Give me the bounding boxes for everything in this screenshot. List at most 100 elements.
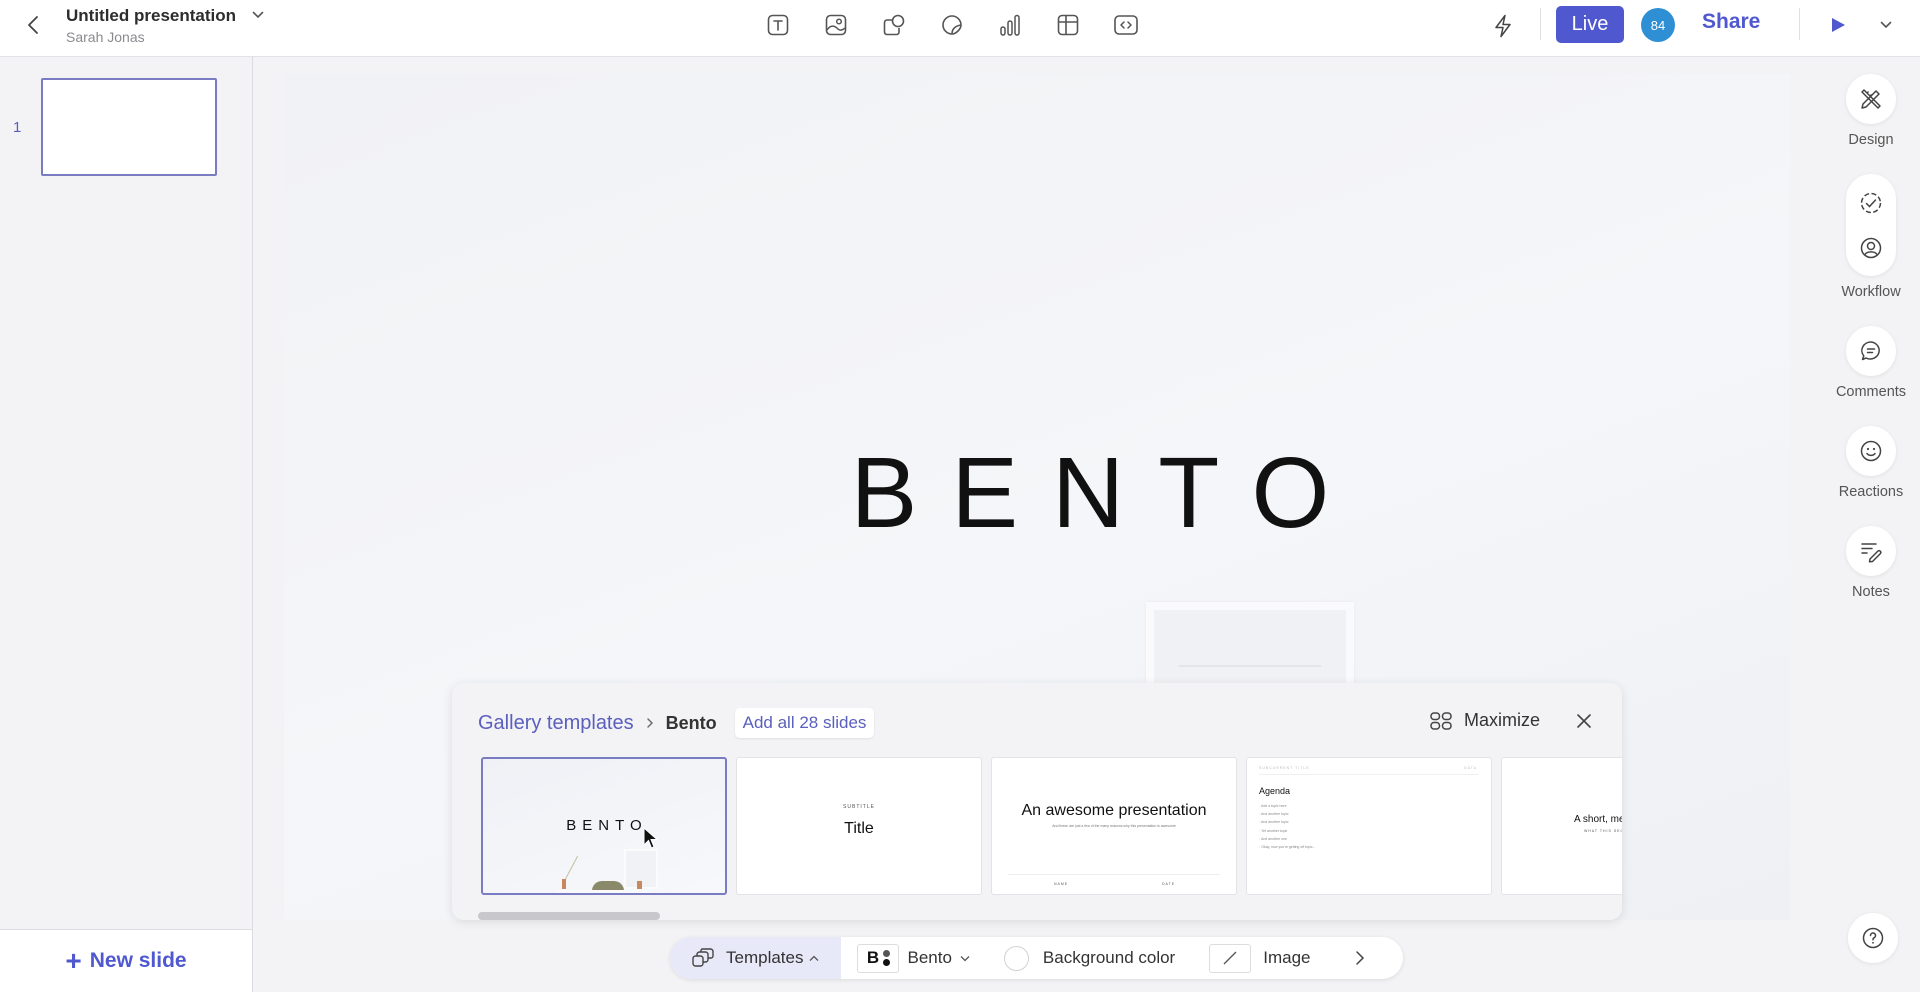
avatar[interactable]: 84 <box>1641 8 1675 42</box>
color-swatch-icon <box>1003 945 1029 971</box>
chevron-down-icon <box>960 955 970 962</box>
assignee-button[interactable] <box>1851 228 1891 268</box>
notes-button[interactable] <box>1846 526 1896 576</box>
agenda-item: And another topic <box>1259 818 1315 826</box>
templates-button[interactable]: Templates <box>670 937 842 979</box>
workflow-group <box>1846 174 1896 276</box>
chevron-right-icon <box>646 717 654 729</box>
template-footer-name: NAME <box>1054 882 1069 886</box>
quick-actions-button[interactable] <box>1488 11 1518 41</box>
template-card-agenda[interactable]: SUBCURRENT TITLE DATA Agenda Add a topic… <box>1246 757 1492 895</box>
template-card-bento-cover[interactable]: BENTO <box>481 757 727 895</box>
agenda-list: Add a topic here And another topic And a… <box>1259 802 1315 851</box>
template-title: An awesome presentation <box>1021 802 1207 819</box>
maximize-label: Maximize <box>1463 710 1540 730</box>
design-button[interactable] <box>1846 74 1896 124</box>
breadcrumb-current: Bento <box>665 712 717 733</box>
slide-thumbnail[interactable] <box>41 78 217 176</box>
theme-selector[interactable]: B Bento <box>857 943 970 973</box>
agenda-item: Add a topic here <box>1259 802 1315 810</box>
divider <box>1540 8 1541 40</box>
theme-swatch: B <box>857 943 900 973</box>
plus-icon: + <box>65 945 82 976</box>
insert-text-button[interactable] <box>760 10 796 40</box>
new-slide-button[interactable]: + New slide <box>0 929 252 992</box>
template-title: Agenda <box>1259 786 1291 796</box>
chevron-right-icon <box>1356 951 1365 965</box>
theme-label: Bento <box>907 948 952 967</box>
user-circle-icon <box>1860 237 1882 258</box>
template-title: BENTO <box>566 817 648 834</box>
template-subtitle: SUBTITLE <box>843 804 875 810</box>
template-subtitle: WHAT THIS SEC <box>1584 829 1622 833</box>
comment-icon <box>1861 341 1880 361</box>
new-slide-label: New slide <box>89 949 187 972</box>
design-label: Design <box>1848 132 1894 148</box>
help-button[interactable] <box>1848 913 1898 963</box>
text-box-icon <box>767 14 789 36</box>
insert-chart-button[interactable] <box>992 10 1028 40</box>
help-icon <box>1862 927 1884 949</box>
design-tools-icon <box>1861 89 1881 109</box>
templates-label: Templates <box>726 948 804 967</box>
maximize-button[interactable]: Maximize <box>1430 710 1540 731</box>
design-toolbar: Templates B Bento Background color Image <box>670 937 1403 979</box>
templates-icon <box>692 948 714 967</box>
add-all-slides-button[interactable]: Add all 28 slides <box>734 708 875 738</box>
lightning-icon <box>1495 14 1511 38</box>
agenda-item: Yet another topic <box>1259 827 1315 835</box>
template-title: A short, me <box>1574 814 1622 825</box>
insert-image-button[interactable] <box>818 10 854 40</box>
workflow-label: Workflow <box>1841 284 1901 300</box>
insert-toolbar <box>760 10 1144 40</box>
template-gallery-panel: Gallery templates Bento Add all 28 slide… <box>452 683 1622 920</box>
grid-icon <box>1430 711 1452 730</box>
insert-shape-button[interactable] <box>876 10 912 40</box>
gallery-scrollbar[interactable] <box>478 912 660 920</box>
breadcrumb-gallery-templates[interactable]: Gallery templates <box>478 712 634 735</box>
table-icon <box>1057 14 1079 36</box>
template-card-awesome-presentation[interactable]: An awesome presentation And these are ju… <box>991 757 1237 895</box>
close-icon <box>1577 714 1591 728</box>
agenda-item: And another topic <box>1259 810 1315 818</box>
document-owner: Sarah Jonas <box>66 29 145 45</box>
agenda-item: Okay, now you're getting off topic... <box>1259 843 1315 851</box>
dashed-check-circle-icon <box>1860 192 1882 213</box>
divider <box>1259 774 1479 775</box>
back-button[interactable] <box>22 12 44 38</box>
insert-embed-button[interactable] <box>1108 10 1144 40</box>
title-menu-button[interactable] <box>252 11 264 19</box>
share-button[interactable]: Share <box>1702 10 1760 34</box>
slides-sidebar: 1 + New slide <box>0 57 253 992</box>
template-card-section[interactable]: A short, me WHAT THIS SEC <box>1501 757 1622 895</box>
chevron-left-icon <box>28 16 38 34</box>
slide-title[interactable]: BENTO <box>284 436 1790 551</box>
rail-comments: Comments <box>1822 326 1920 400</box>
template-card-title[interactable]: SUBTITLE Title <box>736 757 982 895</box>
insert-sticker-button[interactable] <box>934 10 970 40</box>
toolbar-next-button[interactable] <box>1350 946 1370 970</box>
reactions-label: Reactions <box>1838 484 1904 500</box>
theme-color-dots <box>883 950 891 966</box>
agenda-item: And another one <box>1259 835 1315 843</box>
reactions-button[interactable] <box>1846 426 1896 476</box>
decor-table <box>555 890 650 893</box>
frame-detail <box>1179 665 1321 667</box>
notes-icon <box>1861 543 1882 563</box>
comments-button[interactable] <box>1846 326 1896 376</box>
divider <box>1008 874 1220 875</box>
present-options-button[interactable] <box>1875 14 1897 36</box>
insert-table-button[interactable] <box>1050 10 1086 40</box>
chart-icon <box>1000 14 1020 36</box>
play-icon <box>1832 18 1845 32</box>
present-button[interactable] <box>1825 12 1851 38</box>
background-color-button[interactable]: Background color <box>1003 945 1175 971</box>
live-button[interactable]: Live <box>1556 6 1624 43</box>
status-button[interactable] <box>1851 183 1891 223</box>
decor-pot <box>637 881 642 889</box>
rail-design: Design <box>1822 74 1920 148</box>
background-image-button[interactable]: Image <box>1209 943 1310 973</box>
close-gallery-button[interactable] <box>1574 711 1594 731</box>
theme-badge: B <box>866 948 880 967</box>
document-title[interactable]: Untitled presentation <box>66 6 236 26</box>
